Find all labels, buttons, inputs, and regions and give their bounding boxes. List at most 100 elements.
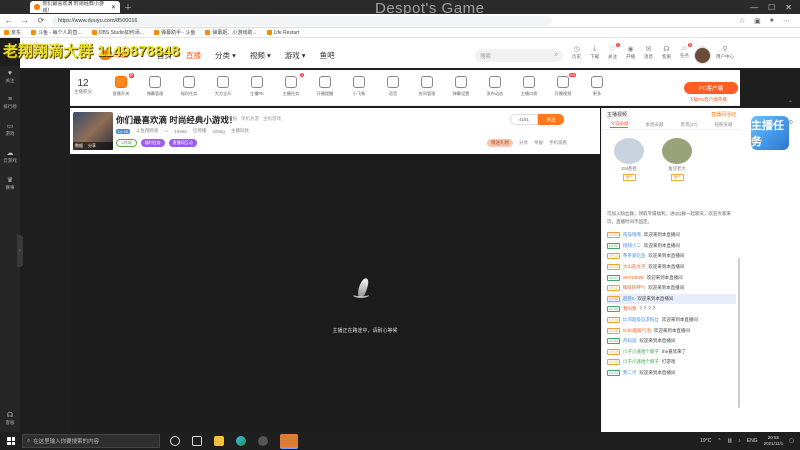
clock[interactable]: 20:55 2021/11/1: [764, 435, 784, 447]
task-ad-banner[interactable]: 主播任务: [751, 116, 789, 150]
tool-item[interactable]: 房间管理: [416, 76, 438, 97]
report-button[interactable]: 举报: [534, 140, 543, 146]
url-input[interactable]: https://www.douyu.com/8500016: [52, 15, 552, 26]
file-explorer-icon[interactable]: [214, 436, 224, 446]
sidebar-collapse-handle[interactable]: ›: [17, 235, 23, 267]
tool-item[interactable]: 3 主播任务: [280, 73, 304, 97]
video-player[interactable]: 主播正在路途中，请耐心等候: [70, 155, 600, 432]
tool-item[interactable]: 主播口袋: [518, 76, 540, 97]
nav-category[interactable]: 分类 ▾: [215, 50, 236, 61]
chat-scrollbar[interactable]: [738, 258, 740, 408]
bookmark-item[interactable]: 弹幕姬、小游戏助...: [205, 29, 257, 36]
section-link[interactable]: 主播同款: [231, 128, 249, 134]
tab-vip[interactable]: 贵宾(27): [680, 122, 697, 128]
share-button[interactable]: 分享: [519, 140, 528, 146]
follow-list-button[interactable]: ♡ 1 关注: [608, 43, 620, 60]
sidebar-item-follow[interactable]: ♥ 关注: [6, 70, 15, 84]
tool-item[interactable]: 大力全开: [212, 76, 234, 97]
pc-client-button[interactable]: PC客户端: [684, 82, 738, 94]
nav-game[interactable]: 游戏 ▾: [285, 50, 306, 61]
tool-item[interactable]: 更多: [586, 76, 608, 97]
tool-item[interactable]: 小飞象: [348, 76, 370, 97]
new-tab-button[interactable]: ＋: [124, 2, 132, 13]
pc-client-link[interactable]: 下载PC客户端开播: [689, 97, 727, 103]
star-icon[interactable]: ☆: [739, 17, 745, 25]
top-user[interactable]: EM爸爸 用户: [614, 138, 644, 210]
chat-username[interactable]: 月知道: [623, 338, 637, 344]
task-button[interactable]: ⌂ 5 任务: [680, 43, 692, 60]
tool-item[interactable]: 弹幕设置: [450, 76, 472, 97]
report-link[interactable]: 举报: [228, 116, 237, 122]
tool-item[interactable]: 开播提醒: [314, 76, 336, 97]
profile-icon[interactable]: ●: [770, 17, 774, 25]
chat-username[interactable]: 咖啡的神气: [623, 285, 646, 291]
sidebar-item-cloudgame[interactable]: ☁ 云游戏: [3, 149, 17, 164]
menu-icon[interactable]: ⋯: [783, 17, 790, 25]
nav-video[interactable]: 视频 ▾: [250, 50, 271, 61]
follow-button[interactable]: 关注: [538, 114, 564, 125]
browser-tab[interactable]: 你们最喜欢滴 时尚经典小游戏！ ✕: [30, 1, 120, 14]
gift-pill[interactable]: 赠送礼物: [487, 139, 513, 147]
bookmark-item[interactable]: OBS Studio如何添...: [91, 29, 144, 36]
cortana-icon[interactable]: [170, 436, 180, 446]
tool-item[interactable]: 弹幕管理: [144, 76, 166, 97]
bookmark-item[interactable]: 斗鱼 - 每个人的直...: [31, 29, 82, 36]
close-window-icon[interactable]: ✕: [785, 3, 792, 12]
room-activity-link[interactable]: 直播间活动: [711, 111, 736, 118]
anchor-video-link[interactable]: 主播视频: [607, 111, 627, 118]
network-icon[interactable]: ▥: [728, 438, 733, 444]
tool-item[interactable]: 福利任务: [178, 76, 200, 97]
chat-username[interactable]: 我二点: [623, 370, 637, 376]
bookmark-item[interactable]: Life Restart: [266, 30, 299, 36]
edge-icon[interactable]: [236, 436, 246, 446]
top-user[interactable]: 鱼仔老大 用户: [662, 138, 692, 210]
search-input[interactable]: 搜索 ⌕: [475, 49, 563, 62]
language-indicator[interactable]: ENG: [747, 438, 758, 444]
chat-username[interactable]: 比邻超级追求粉丝: [623, 317, 659, 323]
douyu-app-icon[interactable]: [280, 433, 298, 449]
chat-username[interactable]: 大山的大子: [623, 264, 646, 270]
bookmark-item[interactable]: 弹幕助手 - 斗鱼: [153, 29, 195, 36]
tab-diamond[interactable]: 钻粉贡献: [714, 122, 732, 128]
message-button[interactable]: ✉ 消息: [644, 45, 653, 60]
room-thumbnail[interactable]: 数据 分享: [73, 112, 113, 150]
host-name[interactable]: 斗鱼翔翔滴: [136, 128, 159, 134]
back-icon[interactable]: ←: [4, 16, 14, 25]
bookmark-item[interactable]: 京东: [4, 29, 21, 36]
task-view-icon[interactable]: [192, 436, 202, 446]
chat-username[interactable]: 茶茶爱吃鱼: [623, 253, 646, 259]
forward-icon[interactable]: →: [20, 16, 30, 25]
close-icon[interactable]: ✕: [111, 4, 116, 11]
service-button[interactable]: ☊ 客服: [662, 45, 671, 60]
minimize-icon[interactable]: —: [750, 3, 758, 12]
collections-icon[interactable]: ▣: [754, 17, 761, 25]
obs-icon[interactable]: [258, 436, 268, 446]
tab-today[interactable]: 今日贡献: [610, 121, 629, 128]
chip-welfare[interactable]: 福利任务: [140, 139, 165, 147]
tool-item[interactable]: 语音: [382, 76, 404, 97]
download-button[interactable]: ⤓ 下载: [590, 45, 599, 60]
tool-item[interactable]: hot 开播视频: [552, 73, 576, 97]
chevron-up-icon[interactable]: ⌃: [717, 438, 721, 444]
tool-item[interactable]: 主播PK: [246, 76, 268, 97]
chip-vfield[interactable]: V领域: [116, 139, 137, 147]
chat-username[interactable]: 爪子爪速哈个鹅子: [623, 349, 659, 355]
mobile-watch-button[interactable]: 手机观看: [549, 140, 567, 146]
sidebar-item-service[interactable]: ☊ 客服: [6, 411, 15, 426]
nav-yuba[interactable]: 鱼吧: [320, 50, 335, 61]
search-icon[interactable]: ⌕: [555, 52, 558, 59]
volume-icon[interactable]: ♪: [738, 438, 741, 444]
chip-interact[interactable]: 直播间互动: [168, 139, 197, 147]
chat-username[interactable]: w8714828: [623, 275, 644, 280]
tab-week[interactable]: 本周贡献: [645, 122, 663, 128]
subcategory-link[interactable]: 主机游戏: [263, 116, 281, 122]
settings-icon[interactable]: ⚙: [788, 119, 793, 126]
chat-username[interactable]: 夜猫晓哦: [623, 232, 641, 238]
sidebar-item-rank[interactable]: ≡ 排行榜: [3, 96, 17, 110]
maximize-icon[interactable]: ☐: [768, 3, 775, 12]
reload-icon[interactable]: ⟳: [36, 16, 46, 25]
nav-live[interactable]: 直播: [186, 50, 201, 61]
chat-username[interactable]: 翔翔小二: [623, 243, 641, 249]
sidebar-item-game[interactable]: ▭ 游戏: [6, 122, 15, 137]
start-live-button[interactable]: ◉ 开播: [626, 45, 635, 60]
